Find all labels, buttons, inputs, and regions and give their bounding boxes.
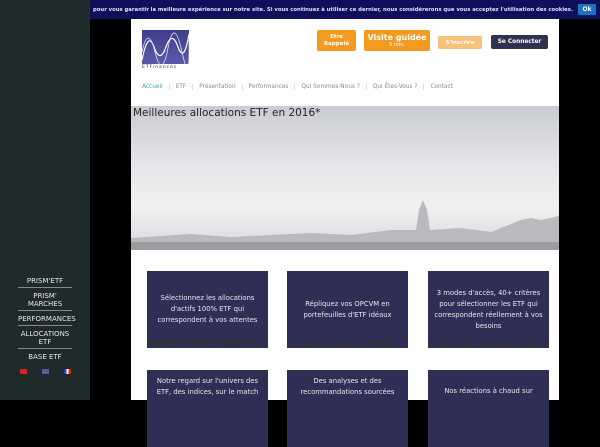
- hero-title: Meilleures allocations ETF en 2016*: [133, 107, 321, 119]
- flag-french-icon[interactable]: [63, 369, 71, 374]
- sidebar-item-prism-etf[interactable]: PRISM'ETF: [18, 275, 72, 288]
- visite-guidee-button[interactable]: Visite guidée 5 min.: [364, 30, 430, 51]
- visite-label: Visite guidée: [367, 33, 427, 42]
- connecter-button[interactable]: Se Connecter: [491, 35, 548, 49]
- card-regard[interactable]: Notre regard sur l'univers des ETF, des …: [147, 370, 268, 447]
- card-title-base-donnees[interactable]: BASE DE DONNEES ETF: [428, 340, 549, 349]
- logo-wave-icon: [141, 30, 190, 68]
- hero-banner: Meilleures allocations ETF en 2016*: [131, 106, 559, 250]
- flag-chinese-icon[interactable]: [19, 369, 27, 374]
- main-nav: Accueil ETF Présentation Performances Qu…: [142, 84, 459, 90]
- sidebar: PRISM'ETF PRISM' MARCHES PERFORMANCES AL…: [0, 0, 90, 400]
- sidebar-item-base-etf[interactable]: BASE ETF: [18, 351, 72, 363]
- card-base-donnees[interactable]: 3 modes d'accès, 40+ critères pour sélec…: [428, 271, 549, 348]
- flag-english-icon[interactable]: [41, 369, 49, 374]
- nav-qui-sommes-nous[interactable]: Qui Sommes-Nous ?: [295, 84, 367, 90]
- nav-etf[interactable]: ETF: [170, 84, 194, 90]
- nav-accueil[interactable]: Accueil: [142, 84, 170, 90]
- nav-presentation[interactable]: Présentation: [193, 84, 243, 90]
- nav-performances[interactable]: Performances: [243, 84, 296, 90]
- city-skyline-image: [131, 200, 559, 250]
- logo-text: ETFinances: [142, 65, 178, 70]
- card-title-portefeuilles[interactable]: PORTEFEUILLES ETF: [147, 338, 268, 349]
- visite-sub-label: 5 min.: [389, 42, 405, 48]
- card-analyses[interactable]: Des analyses et des recommandations sour…: [287, 370, 408, 447]
- cookie-ok-button[interactable]: Ok: [578, 4, 596, 15]
- logo[interactable]: ETFinances: [141, 30, 190, 71]
- cookie-text: pour vous garantir la meilleure expérien…: [93, 6, 573, 13]
- nav-contact[interactable]: Contact: [424, 84, 459, 90]
- card-title-replication[interactable]: REPLICATION OPCVM: [287, 340, 408, 349]
- inscrire-button[interactable]: S'inscrire: [438, 36, 482, 49]
- rappel-button[interactable]: Etre Rappelé: [317, 30, 356, 51]
- rappel-label: Etre Rappelé: [323, 33, 350, 47]
- nav-qui-etes-vous[interactable]: Qui Êtes-Vous ?: [367, 84, 425, 90]
- card-replication[interactable]: Répliquez vos OPCVM en portefeuilles d'E…: [287, 271, 408, 348]
- sidebar-item-performances[interactable]: PERFORMANCES: [18, 313, 76, 326]
- cookie-banner: pour vous garantir la meilleure expérien…: [90, 0, 600, 19]
- sidebar-nav: PRISM'ETF PRISM' MARCHES PERFORMANCES AL…: [0, 275, 90, 365]
- sidebar-item-allocations[interactable]: ALLOCATIONS ETF: [18, 328, 72, 349]
- card-portefeuilles[interactable]: Sélectionnez les allocations d'actifs 10…: [147, 271, 268, 348]
- main-page: ETFinances Etre Rappelé Visite guidée 5 m…: [131, 19, 559, 447]
- card-reactions[interactable]: Nos réactions à chaud sur: [428, 370, 549, 447]
- sidebar-item-prism-marches[interactable]: PRISM' MARCHES: [18, 290, 72, 311]
